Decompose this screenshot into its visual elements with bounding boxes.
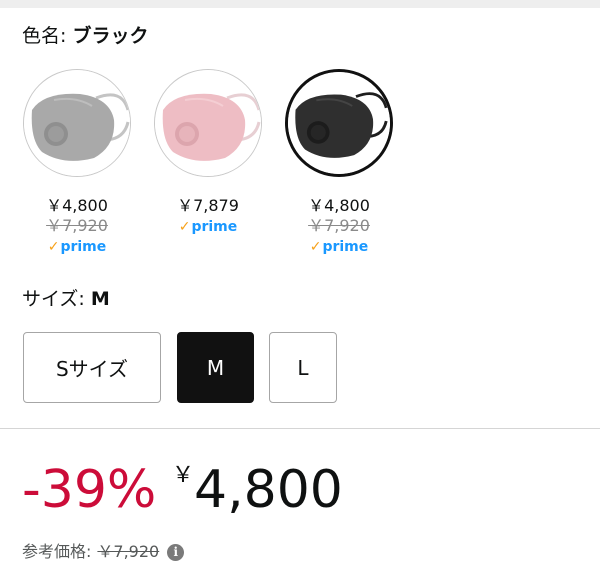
color-value: ブラック [72, 25, 149, 47]
color-swatch-black[interactable] [285, 69, 393, 177]
swatch-was-price: ￥7,920 [308, 216, 370, 235]
top-bar [0, 0, 600, 8]
current-price: ￥4,800 [172, 458, 343, 522]
mask-image-black [288, 72, 390, 174]
prime-badge: ✓ prime [47, 239, 107, 255]
swatch-price-gray: ￥4,800 ￥7,920 ✓ prime [17, 196, 137, 256]
color-swatch-gray[interactable] [23, 69, 131, 177]
size-option-s[interactable]: Sサイズ [23, 332, 161, 403]
reference-price-label: 参考価格: [22, 542, 92, 561]
currency-symbol: ￥ [172, 463, 195, 488]
mask-image-gray [24, 70, 130, 176]
size-value: M [90, 288, 110, 310]
size-row: サイズ: M [22, 285, 110, 313]
divider [0, 428, 600, 429]
swatch-price: ￥4,800 [308, 196, 370, 215]
swatch-price-pink: ￥7,879 ✓ prime [148, 196, 268, 236]
color-label: 色名: [22, 25, 73, 47]
swatch-was-price: ￥7,920 [46, 216, 108, 235]
swatch-price: ￥4,800 [46, 196, 108, 215]
swatch-price-black: ￥4,800 ￥7,920 ✓ prime [279, 196, 399, 256]
size-option-l[interactable]: L [269, 332, 337, 403]
size-option-m[interactable]: M [177, 332, 254, 403]
reference-price-row: 参考価格: ￥7,920 i [22, 540, 185, 564]
size-label: サイズ: [22, 288, 91, 310]
info-icon[interactable]: i [167, 543, 185, 561]
prime-check-icon: ✓ [47, 239, 60, 255]
discount-percent: -39% [22, 460, 157, 520]
swatch-price: ￥7,879 [177, 196, 239, 215]
color-name-row: 色名: ブラック [22, 22, 148, 50]
reference-price-value: ￥7,920 [97, 542, 160, 561]
price-amount: 4,800 [194, 460, 343, 520]
prime-badge: ✓ prime [309, 239, 369, 255]
prime-check-icon: ✓ [178, 219, 191, 235]
mask-image-pink [155, 70, 261, 176]
color-swatch-pink[interactable] [154, 69, 262, 177]
prime-badge: ✓ prime [178, 219, 238, 235]
prime-check-icon: ✓ [309, 239, 322, 255]
